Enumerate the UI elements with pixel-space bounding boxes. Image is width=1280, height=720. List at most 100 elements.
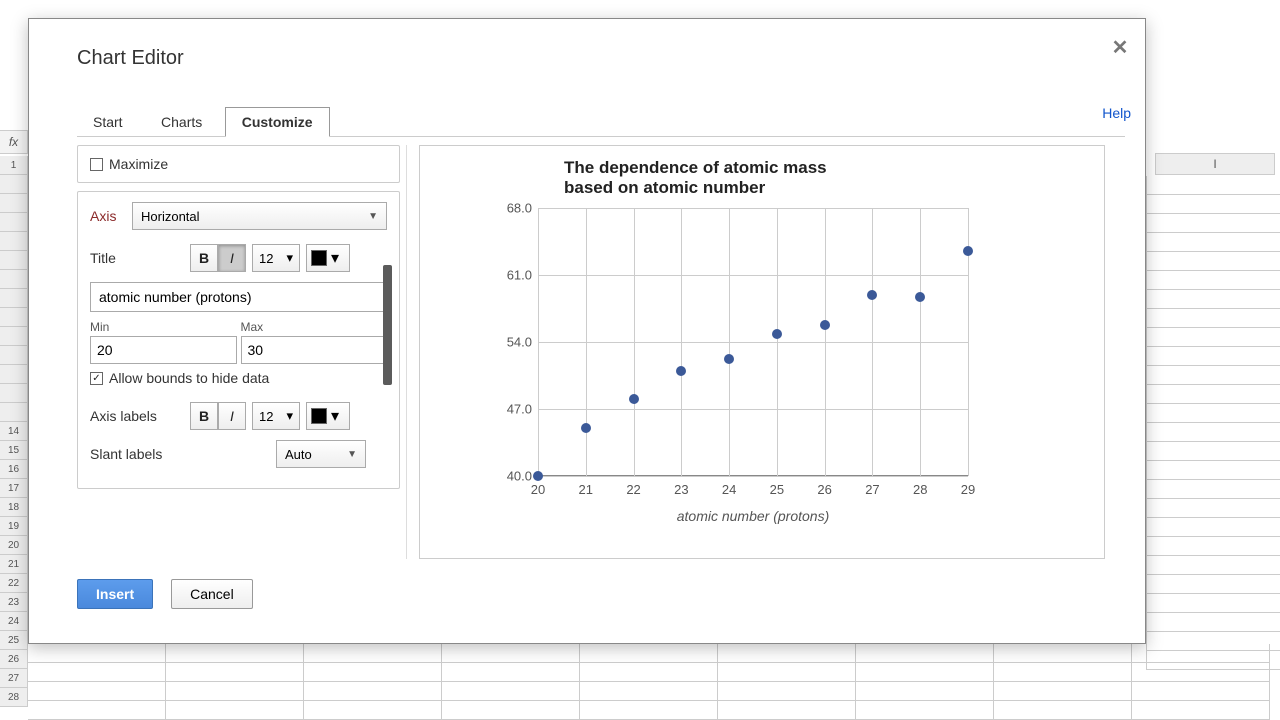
row-header[interactable]: 25 [0,631,28,650]
tab-charts[interactable]: Charts [145,108,218,136]
row-header[interactable] [0,308,28,327]
row-header[interactable]: 16 [0,460,28,479]
row-header[interactable] [0,194,28,213]
allow-bounds-label: Allow bounds to hide data [109,370,269,386]
axis-italic-button[interactable]: I [218,402,246,430]
row-header[interactable]: 19 [0,517,28,536]
row-header[interactable]: 15 [0,441,28,460]
row-header[interactable]: 1 [0,156,28,175]
axis-color-select[interactable]: ▾ [306,402,350,430]
maximize-group: Maximize [77,145,400,183]
row-header[interactable]: 23 [0,593,28,612]
x-axis-label: atomic number (protons) [538,508,968,524]
max-label: Max [241,320,388,334]
data-point [867,290,877,300]
row-header[interactable]: 17 [0,479,28,498]
row-header[interactable] [0,365,28,384]
row-header[interactable]: 14 [0,422,28,441]
axis-select[interactable]: Horizontal ▼ [132,202,387,230]
row-header[interactable]: 18 [0,498,28,517]
tabs: Start Charts Customize [77,107,1125,137]
maximize-label: Maximize [109,156,168,172]
chevron-down-icon: ▼ [347,449,357,460]
slant-label: Slant labels [90,446,276,462]
data-point [581,423,591,433]
row-header[interactable] [0,346,28,365]
chevron-down-icon: ▾ [331,406,339,426]
data-point [533,471,543,481]
row-header[interactable] [0,289,28,308]
column-header-i[interactable]: I [1155,153,1275,175]
customize-panel: Maximize Axis Horizontal ▼ Title B I 12 … [77,145,407,559]
tab-customize[interactable]: Customize [225,107,330,137]
tab-start[interactable]: Start [77,108,139,136]
y-tick: 61.0 [492,268,532,283]
row-header[interactable]: 22 [0,574,28,593]
x-tick: 27 [865,482,879,497]
data-point [772,329,782,339]
x-tick: 24 [722,482,736,497]
scrollbar-thumb[interactable] [383,265,392,385]
row-header[interactable]: 20 [0,536,28,555]
row-header[interactable] [0,270,28,289]
chevron-down-icon: ▾ [286,408,293,424]
grid-bottom [28,644,1280,720]
row-header[interactable] [0,403,28,422]
data-point [724,354,734,364]
row-header[interactable]: 21 [0,555,28,574]
axis-bold-button[interactable]: B [190,402,218,430]
min-input[interactable] [90,336,237,364]
axis-fontsize-select[interactable]: 12 ▾ [252,402,300,430]
axis-labels-label: Axis labels [90,408,190,424]
axis-title-input[interactable] [90,282,387,312]
cancel-button[interactable]: Cancel [171,579,253,609]
title-color-select[interactable]: ▾ [306,244,350,272]
data-point [915,292,925,302]
chevron-down-icon: ▾ [331,248,339,268]
data-point [676,366,686,376]
data-point [963,246,973,256]
fx-cell: fx [0,130,28,154]
row-header[interactable] [0,213,28,232]
y-tick: 40.0 [492,469,532,484]
max-input[interactable] [241,336,388,364]
min-label: Min [90,320,237,334]
row-header[interactable]: 26 [0,650,28,669]
chart-editor-dialog: Chart Editor ✕ Start Charts Customize He… [28,18,1146,644]
chart-plot: atomic number (protons) 40.047.054.061.0… [538,208,968,476]
dialog-title: Chart Editor [29,19,1145,70]
italic-button[interactable]: I [218,244,246,272]
row-header[interactable]: 28 [0,688,28,707]
row-header[interactable]: 24 [0,612,28,631]
title-label: Title [90,250,190,266]
chevron-down-icon: ▾ [286,250,293,266]
allow-bounds-checkbox[interactable]: ✓ [90,372,103,385]
chevron-down-icon: ▼ [368,211,378,222]
x-tick: 22 [626,482,640,497]
insert-button[interactable]: Insert [77,579,153,609]
data-point [820,320,830,330]
x-tick: 28 [913,482,927,497]
row-header[interactable] [0,384,28,403]
x-tick: 20 [531,482,545,497]
row-header[interactable] [0,232,28,251]
chart-title: The dependence of atomic mass based on a… [440,158,860,204]
x-tick: 25 [770,482,784,497]
slant-select[interactable]: Auto ▼ [276,440,366,468]
close-icon[interactable]: ✕ [1109,37,1131,59]
axis-group: Axis Horizontal ▼ Title B I 12 ▾ ▾ [77,191,400,489]
title-fontsize-select[interactable]: 12 ▾ [252,244,300,272]
row-header[interactable]: 27 [0,669,28,688]
row-header[interactable] [0,327,28,346]
bold-button[interactable]: B [190,244,218,272]
y-tick: 54.0 [492,335,532,350]
color-swatch [311,408,327,424]
help-link[interactable]: Help [1102,105,1131,121]
row-header[interactable] [0,251,28,270]
maximize-checkbox[interactable] [90,158,103,171]
slant-value: Auto [285,447,312,462]
x-tick: 26 [817,482,831,497]
grid-right [1146,176,1280,720]
x-tick: 23 [674,482,688,497]
row-header[interactable] [0,175,28,194]
